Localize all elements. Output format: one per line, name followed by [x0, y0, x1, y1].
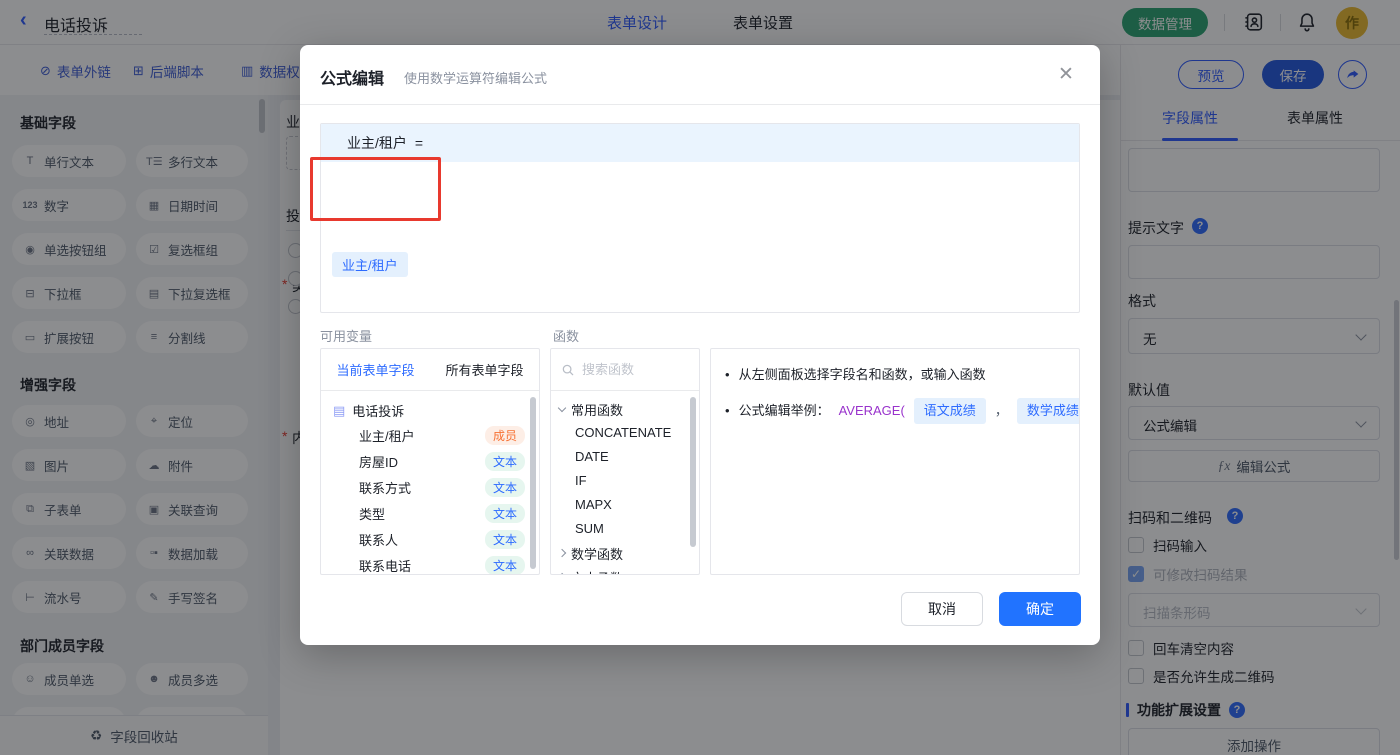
variable-row[interactable]: 联系人 文本 [321, 526, 539, 552]
function-search-input[interactable] [582, 362, 682, 377]
example-field-token: 数学成绩 [1016, 398, 1079, 424]
search-icon [562, 364, 574, 375]
form-doc-icon: ▤ [333, 402, 346, 418]
variables-tabs: 当前表单字段 所有表单字段 [321, 349, 539, 391]
field-type-badge: 文本 [484, 529, 525, 549]
modal-header-divider [300, 104, 1100, 105]
cancel-button[interactable]: 取消 [901, 592, 983, 626]
field-type-badge: 文本 [484, 477, 525, 497]
function-group-text[interactable]: 文本函数 [551, 565, 699, 574]
function-item[interactable]: MAPX [551, 493, 699, 517]
confirm-button[interactable]: 确定 [999, 592, 1081, 626]
variables-tree-root[interactable]: ▤ 电话投诉 [321, 391, 539, 422]
functions-scrollbar[interactable] [690, 397, 696, 547]
function-search[interactable] [551, 349, 699, 391]
function-item[interactable]: SUM [551, 517, 699, 541]
modal-subtitle: 使用数学运算符编辑公式 [404, 71, 548, 86]
bullet-icon: • [725, 403, 730, 418]
example-comma: ， [994, 403, 1008, 418]
function-item[interactable]: DATE [551, 445, 699, 469]
variable-row[interactable]: 联系电话 文本 [321, 552, 539, 574]
field-type-badge: 文本 [484, 555, 525, 574]
close-icon[interactable]: ✕ [1058, 63, 1074, 86]
formula-help-panel: • 从左侧面板选择字段名和函数，或输入函数 • 公式编辑举例： AVERAGE(… [710, 348, 1080, 575]
annotation-highlight-rect [310, 157, 441, 221]
chevron-right-icon [557, 572, 567, 574]
field-type-badge: 成员 [484, 425, 525, 445]
formula-field-token[interactable]: 业主/租户 [332, 252, 408, 277]
formula-target-name: 业主/租户 [347, 135, 407, 151]
formula-editor-modal: 公式编辑 使用数学运算符编辑公式 ✕ 业主/租户 = 业主/租户 可用变量 函数… [300, 45, 1100, 645]
app-root: ‹ 电话投诉 表单设计 表单设置 数据管理 作 ⊘ 表单外链 ⊞ 后端脚本 ▥ … [0, 0, 1400, 755]
field-type-badge: 文本 [484, 503, 525, 523]
variable-row[interactable]: 业主/租户 成员 [321, 422, 539, 448]
function-group-math[interactable]: 数学函数 [551, 541, 699, 565]
variable-row[interactable]: 类型 文本 [321, 500, 539, 526]
functions-panel: 常用函数 CONCATENATE DATE IF MAPX SUM 数学函数 文… [550, 348, 700, 575]
help-tip-1: • 从左侧面板选择字段名和函数，或输入函数 [725, 365, 1065, 385]
help-tip-2: • 公式编辑举例： AVERAGE( 语文成绩 ， 数学成绩 ) [725, 398, 1079, 424]
function-item[interactable]: CONCATENATE [551, 421, 699, 445]
chevron-down-icon [557, 403, 567, 412]
variables-panel: 当前表单字段 所有表单字段 ▤ 电话投诉 业主/租户 成员 房屋ID 文本 联系… [320, 348, 540, 575]
function-item[interactable]: IF [551, 469, 699, 493]
field-type-badge: 文本 [484, 451, 525, 471]
tab-current-form-fields[interactable]: 当前表单字段 [321, 360, 430, 379]
function-group-common[interactable]: 常用函数 [551, 397, 699, 421]
variables-scrollbar[interactable] [530, 397, 536, 569]
chevron-right-icon [557, 548, 567, 558]
equals-sign: = [414, 135, 424, 151]
variables-label: 可用变量 [320, 329, 373, 344]
example-field-token: 语文成绩 [913, 398, 986, 424]
functions-label: 函数 [553, 329, 580, 344]
variable-row[interactable]: 联系方式 文本 [321, 474, 539, 500]
variable-row[interactable]: 房屋ID 文本 [321, 448, 539, 474]
example-function-open: AVERAGE( [838, 403, 905, 418]
bullet-icon: • [725, 367, 730, 382]
modal-title: 公式编辑 [320, 71, 385, 88]
tab-all-form-fields[interactable]: 所有表单字段 [430, 360, 539, 379]
